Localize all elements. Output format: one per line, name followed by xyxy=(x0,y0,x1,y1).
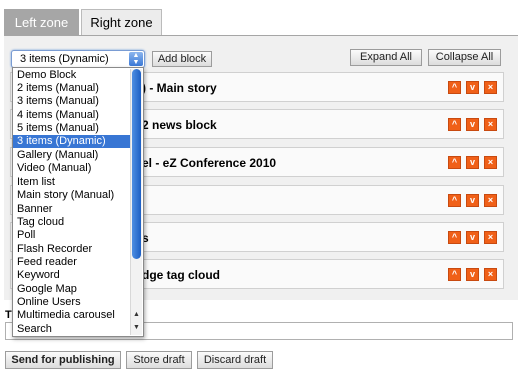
block-title: dge tag cloud xyxy=(142,268,220,282)
block-title: el - eZ Conference 2010 xyxy=(142,156,277,170)
dropdown-option[interactable]: 5 items (Manual) xyxy=(13,122,131,135)
remove-icon[interactable]: × xyxy=(484,156,497,169)
remove-icon[interactable]: × xyxy=(484,118,497,131)
block-title: 2 news block xyxy=(142,118,217,132)
dropdown-option[interactable]: Banner xyxy=(13,203,131,216)
dropdown-option[interactable]: 3 items (Manual) xyxy=(13,95,131,108)
store-draft-button[interactable]: Store draft xyxy=(126,351,192,369)
remove-icon[interactable]: × xyxy=(484,231,497,244)
remove-icon[interactable]: × xyxy=(484,268,497,281)
send-for-publishing-button[interactable]: Send for publishing xyxy=(5,351,121,369)
remove-icon[interactable]: × xyxy=(484,194,497,207)
block-title: ) - Main story xyxy=(142,81,217,95)
move-down-icon[interactable]: v xyxy=(466,81,479,94)
field-label: T xyxy=(5,309,12,321)
collapse-all-button[interactable]: Collapse All xyxy=(428,49,501,66)
dropdown-option[interactable]: Item list xyxy=(13,176,131,189)
move-up-icon[interactable]: ^ xyxy=(448,118,461,131)
expand-all-button[interactable]: Expand All xyxy=(350,49,422,66)
dropdown-option[interactable]: Keyword xyxy=(13,269,131,282)
dropdown-option[interactable]: 4 items (Manual) xyxy=(13,109,131,122)
block-type-select[interactable]: 3 items (Dynamic) ▲ ▼ xyxy=(11,50,145,68)
dropdown-option[interactable]: Search xyxy=(13,323,131,336)
dropdown-option[interactable]: Poll xyxy=(13,229,131,242)
dropdown-option[interactable]: Flash Recorder xyxy=(13,243,131,256)
tab-left-zone[interactable]: Left zone xyxy=(4,9,79,36)
block-type-selected-value: 3 items (Dynamic) xyxy=(20,53,109,65)
dropdown-option-selected[interactable]: 3 items (Dynamic) xyxy=(13,135,131,148)
move-up-icon[interactable]: ^ xyxy=(448,81,461,94)
dropdown-option[interactable]: 2 items (Manual) xyxy=(13,82,131,95)
move-up-icon[interactable]: ^ xyxy=(448,194,461,207)
dropdown-option[interactable]: Gallery (Manual) xyxy=(13,149,131,162)
discard-draft-button[interactable]: Discard draft xyxy=(197,351,273,369)
move-down-icon[interactable]: v xyxy=(466,194,479,207)
add-block-button[interactable]: Add block xyxy=(152,51,212,67)
move-down-icon[interactable]: v xyxy=(466,156,479,169)
move-down-icon[interactable]: v xyxy=(466,118,479,131)
remove-icon[interactable]: × xyxy=(484,81,497,94)
select-arrows-icon: ▲ ▼ xyxy=(129,52,143,66)
block-type-dropdown[interactable]: Demo Block 2 items (Manual) 3 items (Man… xyxy=(12,67,144,337)
dropdown-option[interactable]: Multimedia carousel xyxy=(13,309,131,322)
dropdown-option[interactable]: Google Map xyxy=(13,283,131,296)
dropdown-option[interactable]: Online Users xyxy=(13,296,131,309)
scroll-up-arrow-icon[interactable]: ▲ xyxy=(131,309,142,321)
move-up-icon[interactable]: ^ xyxy=(448,156,461,169)
dropdown-scrollbar[interactable]: ▲ ▼ xyxy=(130,69,142,335)
move-up-icon[interactable]: ^ xyxy=(448,268,461,281)
dropdown-option[interactable]: Tag cloud xyxy=(13,216,131,229)
move-down-icon[interactable]: v xyxy=(466,231,479,244)
move-down-icon[interactable]: v xyxy=(466,268,479,281)
move-up-icon[interactable]: ^ xyxy=(448,231,461,244)
scrollbar-thumb[interactable] xyxy=(132,69,141,259)
dropdown-option[interactable]: Demo Block xyxy=(13,69,131,82)
tab-right-zone[interactable]: Right zone xyxy=(81,9,162,36)
dropdown-option[interactable]: Main story (Manual) xyxy=(13,189,131,202)
dropdown-option[interactable]: Feed reader xyxy=(13,256,131,269)
dropdown-option[interactable]: Video (Manual) xyxy=(13,162,131,175)
scroll-down-arrow-icon[interactable]: ▼ xyxy=(131,322,142,334)
